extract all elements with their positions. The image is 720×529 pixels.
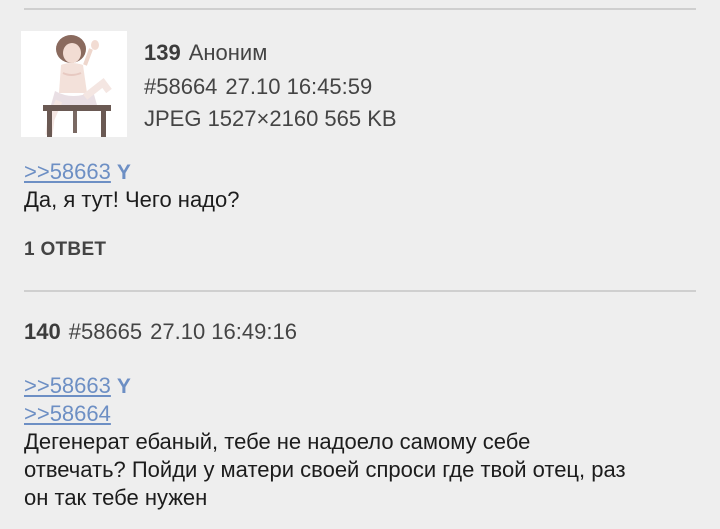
file-info[interactable]: JPEG 1527×2160 565 KB: [144, 105, 397, 133]
post-id[interactable]: #58665: [69, 319, 142, 344]
post-number: 139: [144, 40, 181, 65]
post-body-line: он так тебе нужен: [24, 485, 208, 510]
you-marker: Y: [116, 375, 131, 398]
post-datetime: 27.10 16:45:59: [225, 74, 373, 99]
reply-ref-line: >>58663 Y: [24, 158, 131, 189]
post-datetime: 27.10 16:49:16: [150, 319, 297, 344]
post-body-line: Дегенерат ебаный, тебе не надоело самому…: [24, 429, 531, 454]
post-number: 140: [24, 319, 61, 344]
post-id-line: #58664 27.10 16:45:59: [144, 73, 372, 101]
post-divider: [24, 8, 696, 10]
replies-count-button[interactable]: 1 ОТВЕТ: [24, 239, 106, 261]
post-divider: [24, 290, 696, 292]
you-marker: Y: [116, 161, 131, 184]
post-body: Да, я тут! Чего надо?: [24, 187, 240, 212]
reply-ref-line: >>58664: [24, 400, 111, 431]
post-header: 139 Аноним: [144, 39, 267, 67]
post-body: Дегенерат ебаный, тебе не надоело самому…: [24, 428, 626, 512]
post-author: Аноним: [188, 40, 268, 65]
reply-link[interactable]: >>58663: [24, 373, 111, 398]
post-body-line: отвечать? Пойди у матери своей спроси гд…: [24, 457, 626, 482]
post-id[interactable]: #58664: [144, 74, 217, 99]
anime-girl-thumbnail-image: [21, 31, 127, 137]
reply-link[interactable]: >>58664: [24, 401, 111, 426]
post-header: 140 #58665 27.10 16:49:16: [24, 318, 297, 346]
reply-link[interactable]: >>58663: [24, 159, 111, 184]
post-thumbnail[interactable]: [21, 31, 127, 137]
reply-ref-line: >>58663 Y: [24, 372, 131, 403]
